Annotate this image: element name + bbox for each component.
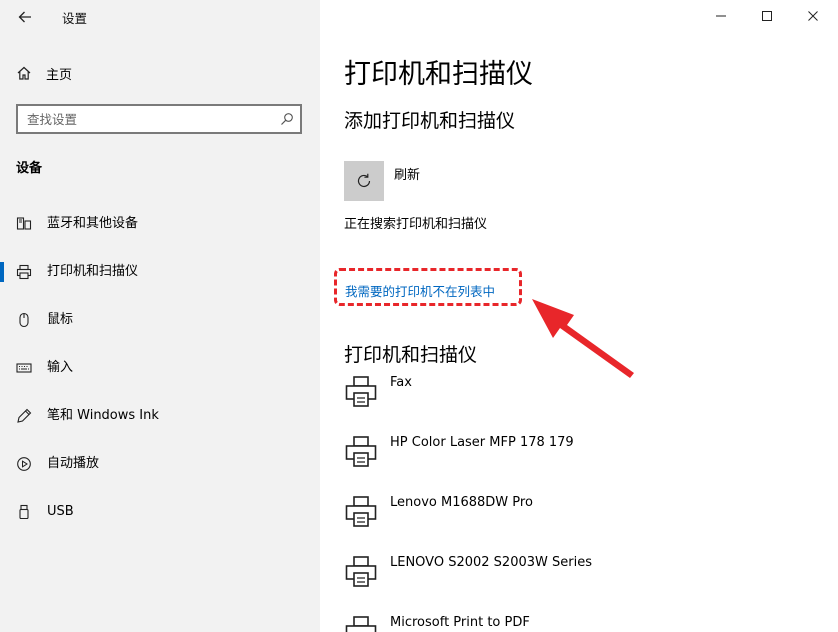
printer-name: Lenovo M1688DW Pro (390, 495, 533, 510)
refresh-label[interactable]: 刷新 (394, 164, 420, 183)
arrow-left-icon (18, 11, 31, 23)
search-input[interactable] (18, 110, 274, 128)
main-content: 打印机和扫描仪 添加打印机和扫描仪 刷新 正在搜索打印机和扫描仪 我需要的打印机… (320, 0, 838, 632)
printers-section-title: 打印机和扫描仪 (344, 344, 478, 366)
refresh-icon (357, 173, 371, 187)
keyboard-icon (16, 360, 32, 376)
sidebar-item-bluetooth[interactable]: 蓝牙和其他设备 (0, 208, 320, 240)
autoplay-icon (16, 456, 32, 472)
printer-icon (345, 616, 377, 632)
minimize-icon (716, 15, 726, 17)
printer-row-fax[interactable]: Fax (344, 374, 824, 418)
sidebar-item-printers[interactable]: 打印机和扫描仪 (0, 256, 320, 288)
sidebar-item-label: 主页 (46, 67, 73, 83)
printer-row-lenovo-s2002[interactable]: LENOVO S2002 S2003W Series (344, 554, 824, 598)
search-icon[interactable] (274, 106, 300, 132)
printer-row-lenovo-m1688[interactable]: Lenovo M1688DW Pro (344, 494, 824, 538)
add-section-title: 添加打印机和扫描仪 (344, 110, 516, 132)
printer-icon (345, 556, 377, 587)
mouse-icon (16, 312, 32, 328)
window-title: 设置 (62, 11, 88, 26)
printer-icon (345, 496, 377, 527)
close-button[interactable] (790, 0, 836, 32)
sidebar-item-label: 打印机和扫描仪 (47, 264, 139, 279)
pen-icon (16, 408, 32, 424)
sidebar-item-home[interactable]: 主页 (16, 62, 72, 84)
printer-name: Fax (390, 375, 412, 390)
printer-not-listed-link[interactable]: 我需要的打印机不在列表中 (345, 281, 495, 300)
printer-name: Microsoft Print to PDF (390, 615, 530, 630)
sidebar-item-usb[interactable]: USB (0, 496, 320, 528)
maximize-icon (762, 11, 772, 21)
back-button[interactable] (14, 6, 36, 28)
sidebar-item-label: USB (47, 504, 74, 519)
sidebar-item-label: 输入 (47, 360, 74, 375)
search-box[interactable] (16, 104, 302, 134)
sidebar-item-label: 鼠标 (47, 312, 74, 327)
page-title: 打印机和扫描仪 (344, 59, 533, 90)
close-icon (808, 11, 818, 21)
refresh-button[interactable] (344, 161, 384, 201)
printer-row-hp[interactable]: HP Color Laser MFP 178 179 (344, 434, 824, 478)
printer-row-pdf[interactable]: Microsoft Print to PDF (344, 614, 824, 632)
sidebar-item-label: 蓝牙和其他设备 (47, 216, 139, 231)
usb-icon (16, 504, 32, 520)
printer-icon (345, 436, 377, 467)
sidebar-item-label: 自动播放 (47, 456, 100, 471)
sidebar: 设置 主页 设备 蓝牙和其他设备 (0, 0, 320, 632)
sidebar-item-input[interactable]: 输入 (0, 352, 320, 384)
bluetooth-devices-icon (16, 216, 32, 232)
printer-name: LENOVO S2002 S2003W Series (390, 555, 592, 570)
selection-indicator (0, 262, 4, 282)
printer-icon (16, 264, 32, 280)
sidebar-item-pen[interactable]: 笔和 Windows Ink (0, 400, 320, 432)
sidebar-item-label: 笔和 Windows Ink (47, 408, 159, 423)
minimize-button[interactable] (698, 0, 744, 32)
section-label-devices: 设备 (16, 161, 43, 176)
searching-status: 正在搜索打印机和扫描仪 (344, 217, 488, 232)
sidebar-item-autoplay[interactable]: 自动播放 (0, 448, 320, 480)
maximize-button[interactable] (744, 0, 790, 32)
printer-icon (345, 376, 377, 407)
sidebar-item-mouse[interactable]: 鼠标 (0, 304, 320, 336)
printer-name: HP Color Laser MFP 178 179 (390, 435, 574, 450)
home-icon (17, 66, 31, 80)
